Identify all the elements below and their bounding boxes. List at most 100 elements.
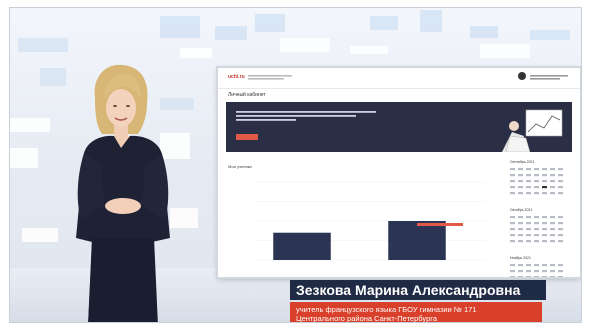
calendar-day[interactable] — [558, 240, 563, 243]
calendar-day[interactable] — [510, 192, 515, 195]
banner-illustration — [502, 109, 563, 152]
calendar-day[interactable] — [534, 168, 539, 171]
calendar-day[interactable] — [550, 234, 555, 237]
calendar-day[interactable] — [518, 216, 523, 219]
calendar-day[interactable] — [518, 276, 523, 277]
calendar-day[interactable] — [510, 240, 515, 243]
calendar-day[interactable] — [542, 186, 547, 189]
display-screen: uchi.ru Личный кабинет Мои ученики Сентя… — [218, 68, 580, 277]
calendar-day[interactable] — [558, 276, 563, 277]
calendar-day[interactable] — [534, 192, 539, 195]
calendar-day[interactable] — [558, 222, 563, 225]
calendar-day[interactable] — [550, 240, 555, 243]
calendar-day[interactable] — [558, 264, 563, 267]
calendar-day[interactable] — [510, 228, 515, 231]
calendar-day[interactable] — [510, 180, 515, 183]
calendar-day[interactable] — [558, 180, 563, 183]
calendar-day[interactable] — [558, 216, 563, 219]
calendar-day[interactable] — [526, 174, 531, 177]
calendar-day[interactable] — [534, 264, 539, 267]
calendar-day[interactable] — [518, 222, 523, 225]
calendar-day[interactable] — [550, 264, 555, 267]
calendar-day[interactable] — [534, 180, 539, 183]
calendar-day[interactable] — [550, 276, 555, 277]
calendar-day[interactable] — [510, 276, 515, 277]
calendar-day[interactable] — [542, 216, 547, 219]
calendar-day[interactable] — [542, 222, 547, 225]
calendar-day[interactable] — [542, 276, 547, 277]
calendar-day[interactable] — [534, 222, 539, 225]
calendar-day[interactable] — [518, 174, 523, 177]
calendar-day[interactable] — [510, 222, 515, 225]
calendar-day[interactable] — [518, 234, 523, 237]
calendar-day[interactable] — [558, 234, 563, 237]
calendar-day[interactable] — [534, 276, 539, 277]
calendar-day[interactable] — [518, 180, 523, 183]
calendar-day[interactable] — [534, 174, 539, 177]
calendar-day[interactable] — [510, 174, 515, 177]
calendar-day[interactable] — [534, 228, 539, 231]
calendar-day[interactable] — [558, 270, 563, 273]
calendar-day[interactable] — [510, 270, 515, 273]
calendar-day[interactable] — [542, 174, 547, 177]
calendar-day[interactable] — [526, 168, 531, 171]
screen-logo-subtitle — [248, 74, 308, 83]
calendar-day[interactable] — [542, 240, 547, 243]
calendar-day[interactable] — [526, 240, 531, 243]
banner-button[interactable] — [236, 134, 258, 140]
calendar-day[interactable] — [526, 180, 531, 183]
calendar-day[interactable] — [526, 186, 531, 189]
chart-bar — [273, 232, 331, 260]
calendar-day[interactable] — [518, 264, 523, 267]
calendar-day[interactable] — [534, 270, 539, 273]
calendar-day[interactable] — [534, 186, 539, 189]
calendar-day[interactable] — [550, 174, 555, 177]
calendar-day[interactable] — [550, 216, 555, 219]
calendar-day[interactable] — [526, 216, 531, 219]
calendar-day[interactable] — [558, 228, 563, 231]
calendar-day[interactable] — [550, 228, 555, 231]
calendar-day[interactable] — [542, 264, 547, 267]
calendar-day[interactable] — [542, 270, 547, 273]
calendar-day[interactable] — [550, 168, 555, 171]
calendar-day[interactable] — [526, 270, 531, 273]
welcome-banner — [226, 102, 572, 152]
calendar-day[interactable] — [526, 192, 531, 195]
calendar-day[interactable] — [510, 186, 515, 189]
calendar-day[interactable] — [558, 168, 563, 171]
calendar-day[interactable] — [526, 228, 531, 231]
calendar-day[interactable] — [518, 192, 523, 195]
calendar-day[interactable] — [534, 234, 539, 237]
calendar-day[interactable] — [550, 222, 555, 225]
calendar-day[interactable] — [510, 234, 515, 237]
page-title: Личный кабинет — [228, 92, 266, 98]
calendar-day[interactable] — [542, 168, 547, 171]
calendar-day[interactable] — [518, 168, 523, 171]
calendar-day[interactable] — [534, 240, 539, 243]
avatar — [518, 72, 526, 80]
calendar-day[interactable] — [518, 270, 523, 273]
calendar-day[interactable] — [526, 276, 531, 277]
calendar-day[interactable] — [518, 186, 523, 189]
calendar-day[interactable] — [518, 228, 523, 231]
calendar-day[interactable] — [510, 216, 515, 219]
calendar-day[interactable] — [550, 192, 555, 195]
calendar-day[interactable] — [526, 234, 531, 237]
calendar-day[interactable] — [534, 216, 539, 219]
calendar-day[interactable] — [542, 228, 547, 231]
calendar-day[interactable] — [510, 168, 515, 171]
calendar-day[interactable] — [558, 186, 563, 189]
calendar-day[interactable] — [510, 264, 515, 267]
calendar-day[interactable] — [558, 174, 563, 177]
calendar-day[interactable] — [558, 192, 563, 195]
calendar-day[interactable] — [542, 180, 547, 183]
calendar-day[interactable] — [518, 240, 523, 243]
calendar-day[interactable] — [550, 186, 555, 189]
calendar-day[interactable] — [542, 192, 547, 195]
calendar-day[interactable] — [550, 270, 555, 273]
calendar-day[interactable] — [526, 222, 531, 225]
students-chart — [256, 181, 486, 261]
calendar-day[interactable] — [550, 180, 555, 183]
calendar-day[interactable] — [526, 264, 531, 267]
calendar-day[interactable] — [542, 234, 547, 237]
